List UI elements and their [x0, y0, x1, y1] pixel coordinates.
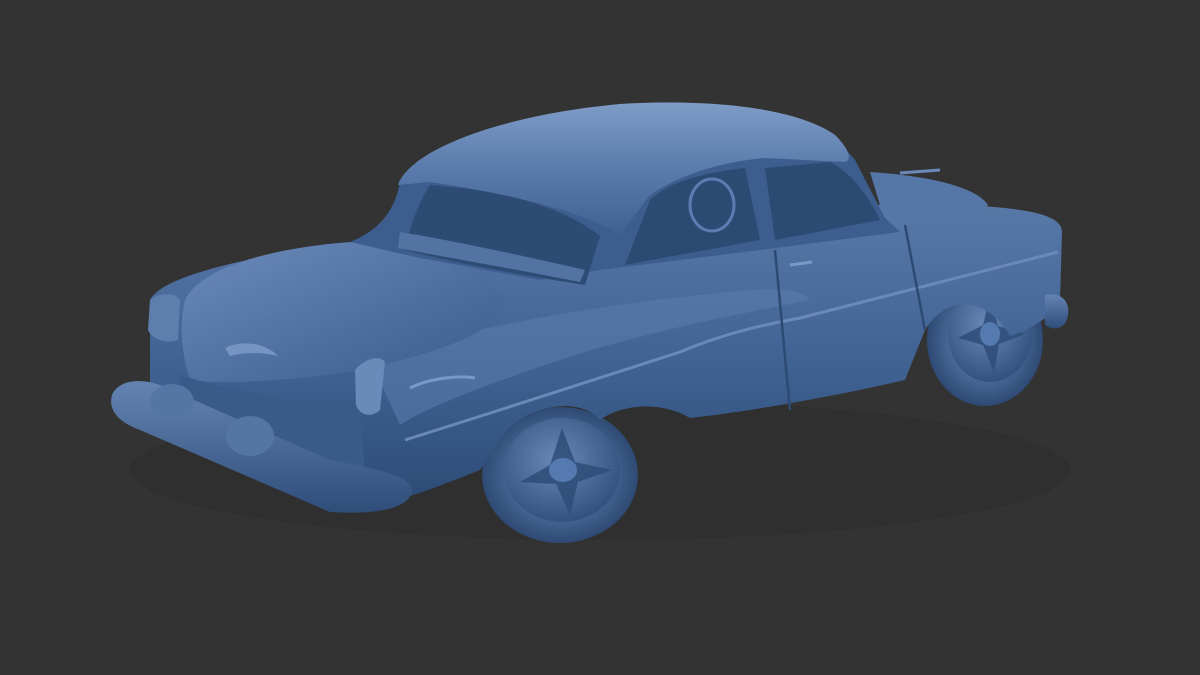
bumper-guard-left [150, 384, 194, 420]
tail-light-left [148, 294, 180, 342]
car-render [111, 102, 1070, 543]
bumper-guard-right [226, 416, 274, 456]
mirror [899, 168, 941, 175]
3d-viewport[interactable] [0, 0, 1200, 675]
front-bumper [1045, 294, 1069, 329]
